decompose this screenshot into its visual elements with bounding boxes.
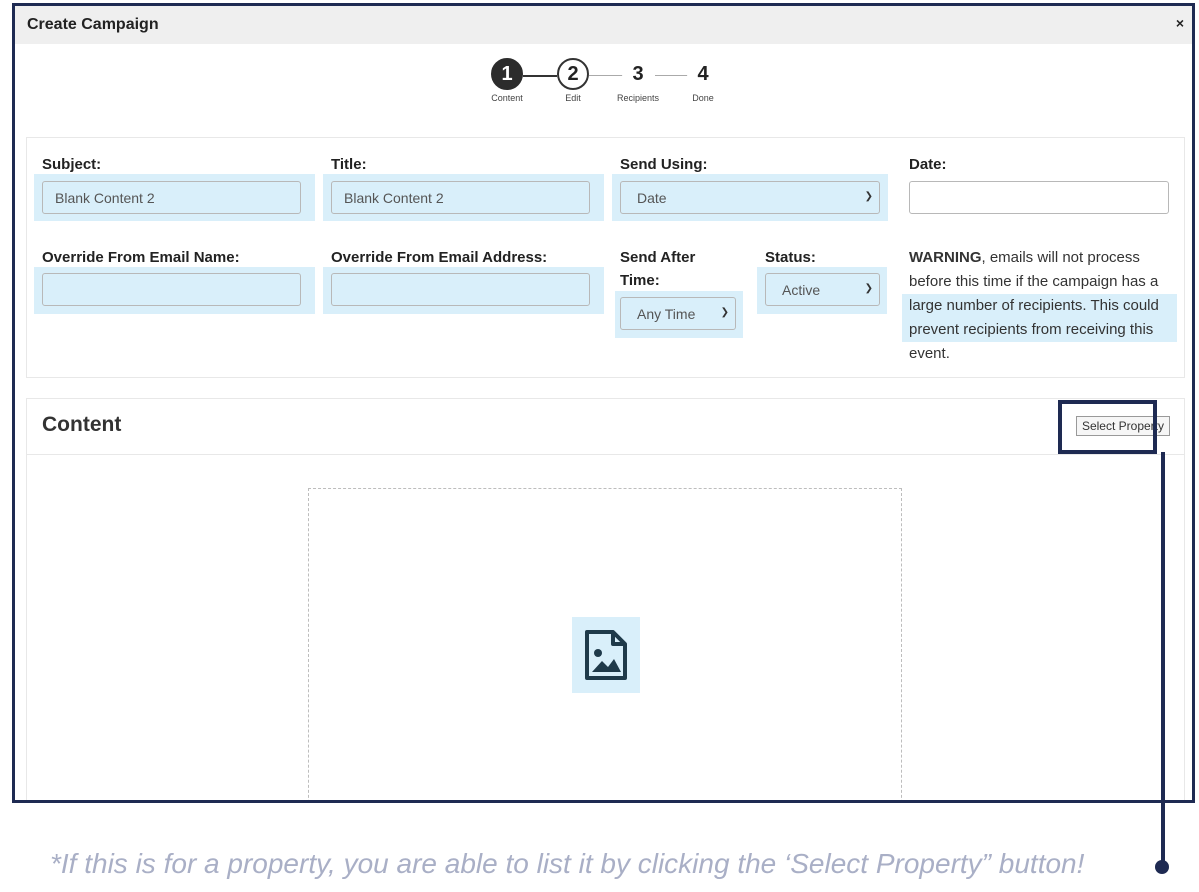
send-using-value: Date	[637, 189, 667, 206]
step-edit[interactable]: 2 Edit	[555, 58, 591, 103]
image-file-icon	[585, 630, 627, 680]
content-dropzone[interactable]	[308, 488, 902, 800]
subject-input[interactable]: Blank Content 2	[42, 181, 301, 214]
subject-field: Subject:	[42, 153, 101, 176]
warning-bold: WARNING	[909, 249, 982, 266]
send-using-select[interactable]: Date ❯	[620, 181, 880, 214]
step-number: 3	[622, 58, 654, 90]
override-name-label: Override From Email Name:	[42, 249, 240, 266]
date-label: Date:	[909, 156, 947, 173]
chevron-down-icon: ❯	[864, 191, 873, 202]
step-connector	[655, 75, 689, 76]
step-label: Content	[491, 93, 523, 103]
date-input[interactable]	[909, 181, 1169, 214]
override-address-label: Override From Email Address:	[331, 249, 548, 266]
step-number: 1	[491, 58, 523, 90]
subject-label: Subject:	[42, 156, 102, 173]
step-connector	[523, 75, 557, 77]
status-select[interactable]: Active ❯	[765, 273, 880, 306]
close-icon[interactable]: ×	[1176, 15, 1184, 31]
override-address-input[interactable]	[331, 273, 590, 306]
dialog-title: Create Campaign	[27, 16, 159, 33]
override-address-field: Override From Email Address:	[331, 246, 547, 269]
content-title: Content	[42, 413, 122, 436]
step-number: 2	[557, 58, 589, 90]
step-done[interactable]: 4 Done	[685, 58, 721, 103]
dialog-titlebar: Create Campaign ×	[15, 6, 1192, 44]
send-after-label-line2: Time:	[620, 272, 660, 289]
step-connector	[589, 75, 623, 76]
override-name-field: Override From Email Name:	[42, 246, 240, 269]
status-field: Status:	[765, 246, 816, 269]
status-value: Active	[782, 281, 821, 298]
send-using-label: Send Using:	[620, 156, 708, 173]
title-input[interactable]: Blank Content 2	[331, 181, 590, 214]
content-panel: Content Select Property	[26, 398, 1185, 800]
chevron-down-icon: ❯	[864, 283, 873, 294]
create-campaign-dialog: Create Campaign × 1 Content 2 Edit 3 Rec…	[12, 3, 1195, 803]
step-number: 4	[687, 58, 719, 90]
image-placeholder[interactable]	[572, 617, 640, 693]
campaign-stepper: 1 Content 2 Edit 3 Recipients 4 Done	[489, 58, 729, 118]
send-after-value: Any Time	[637, 305, 696, 322]
date-field: Date:	[909, 153, 947, 176]
send-after-select[interactable]: Any Time ❯	[620, 297, 736, 330]
step-label: Done	[692, 93, 714, 103]
send-using-field: Send Using:	[620, 153, 708, 176]
send-after-field: Send After Time:	[620, 246, 695, 292]
chevron-down-icon: ❯	[720, 307, 729, 318]
title-field: Title:	[331, 153, 367, 176]
status-label: Status:	[765, 249, 816, 266]
content-header: Content Select Property	[27, 399, 1184, 455]
instruction-note: *If this is for a property, you are able…	[50, 848, 1085, 879]
callout-dot	[1155, 860, 1169, 874]
send-after-label-line1: Send After	[620, 249, 696, 266]
callout-highlight-box	[1058, 400, 1157, 454]
title-label: Title:	[331, 156, 367, 173]
override-name-input[interactable]	[42, 273, 301, 306]
step-recipients[interactable]: 3 Recipients	[617, 58, 659, 103]
warning-message: WARNING, emails will not process before …	[902, 246, 1177, 366]
step-content[interactable]: 1 Content	[489, 58, 525, 103]
callout-line	[1161, 452, 1165, 866]
